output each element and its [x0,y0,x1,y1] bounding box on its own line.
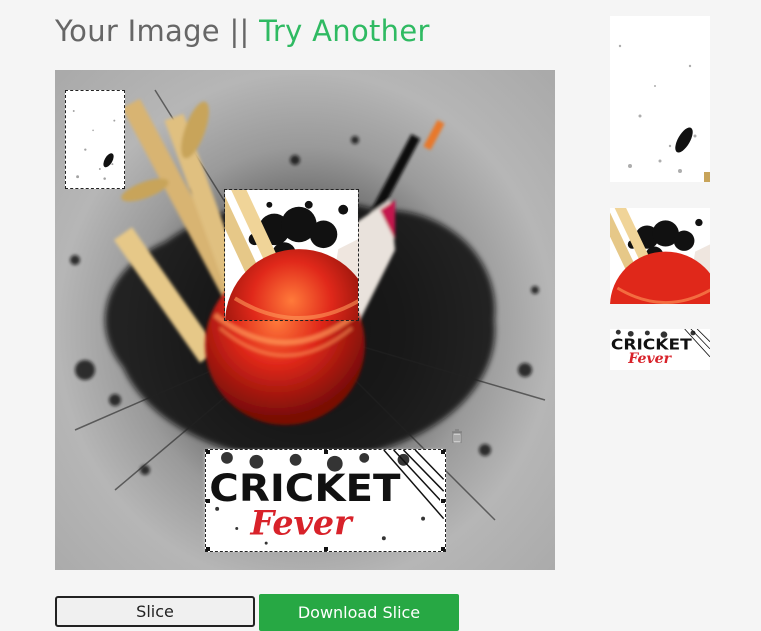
download-slice-button[interactable]: Download Slice [259,594,459,631]
page-title: Your Image || Try Another [55,14,430,48]
try-another-link[interactable]: Try Another [259,14,430,48]
resize-handle-top-left[interactable] [206,450,211,455]
slice-1-content [72,110,116,180]
slice-region-2[interactable] [224,189,359,321]
thumbnail-1-image [610,16,710,182]
trash-icon[interactable] [451,429,463,444]
slice-region-3[interactable]: CRICKET Fever [205,449,446,552]
slice-3-content: CRICKET Fever [209,450,445,545]
title-separator: || [229,14,250,48]
resize-handle-bottom[interactable] [323,546,329,551]
slice-button[interactable]: Slice [55,596,255,627]
poster-word-fever: Fever [249,503,354,542]
resize-handle-bottom-right[interactable] [440,546,445,551]
slice-thumbnail-3[interactable]: CRICKET Fever [610,329,710,370]
resize-handle-top[interactable] [323,450,329,455]
resize-handle-right[interactable] [440,498,445,504]
thumbnail-word-fever: Fever [627,351,673,367]
thumbnail-2-image [610,208,710,304]
slice-thumbnail-1[interactable] [610,16,710,182]
title-text: Your Image [55,14,220,48]
thumbnail-3-image: CRICKET Fever [610,329,710,370]
image-canvas[interactable]: CRICKET Fever [55,70,555,570]
resize-handle-top-right[interactable] [440,450,445,455]
slice-2-content [225,190,358,320]
resize-handle-bottom-left[interactable] [206,546,211,551]
thumbnail-word-cricket: CRICKET [611,336,692,354]
slice-thumbnail-2[interactable] [610,208,710,304]
resize-handle-left[interactable] [206,498,211,504]
slice-region-1[interactable] [65,90,125,189]
